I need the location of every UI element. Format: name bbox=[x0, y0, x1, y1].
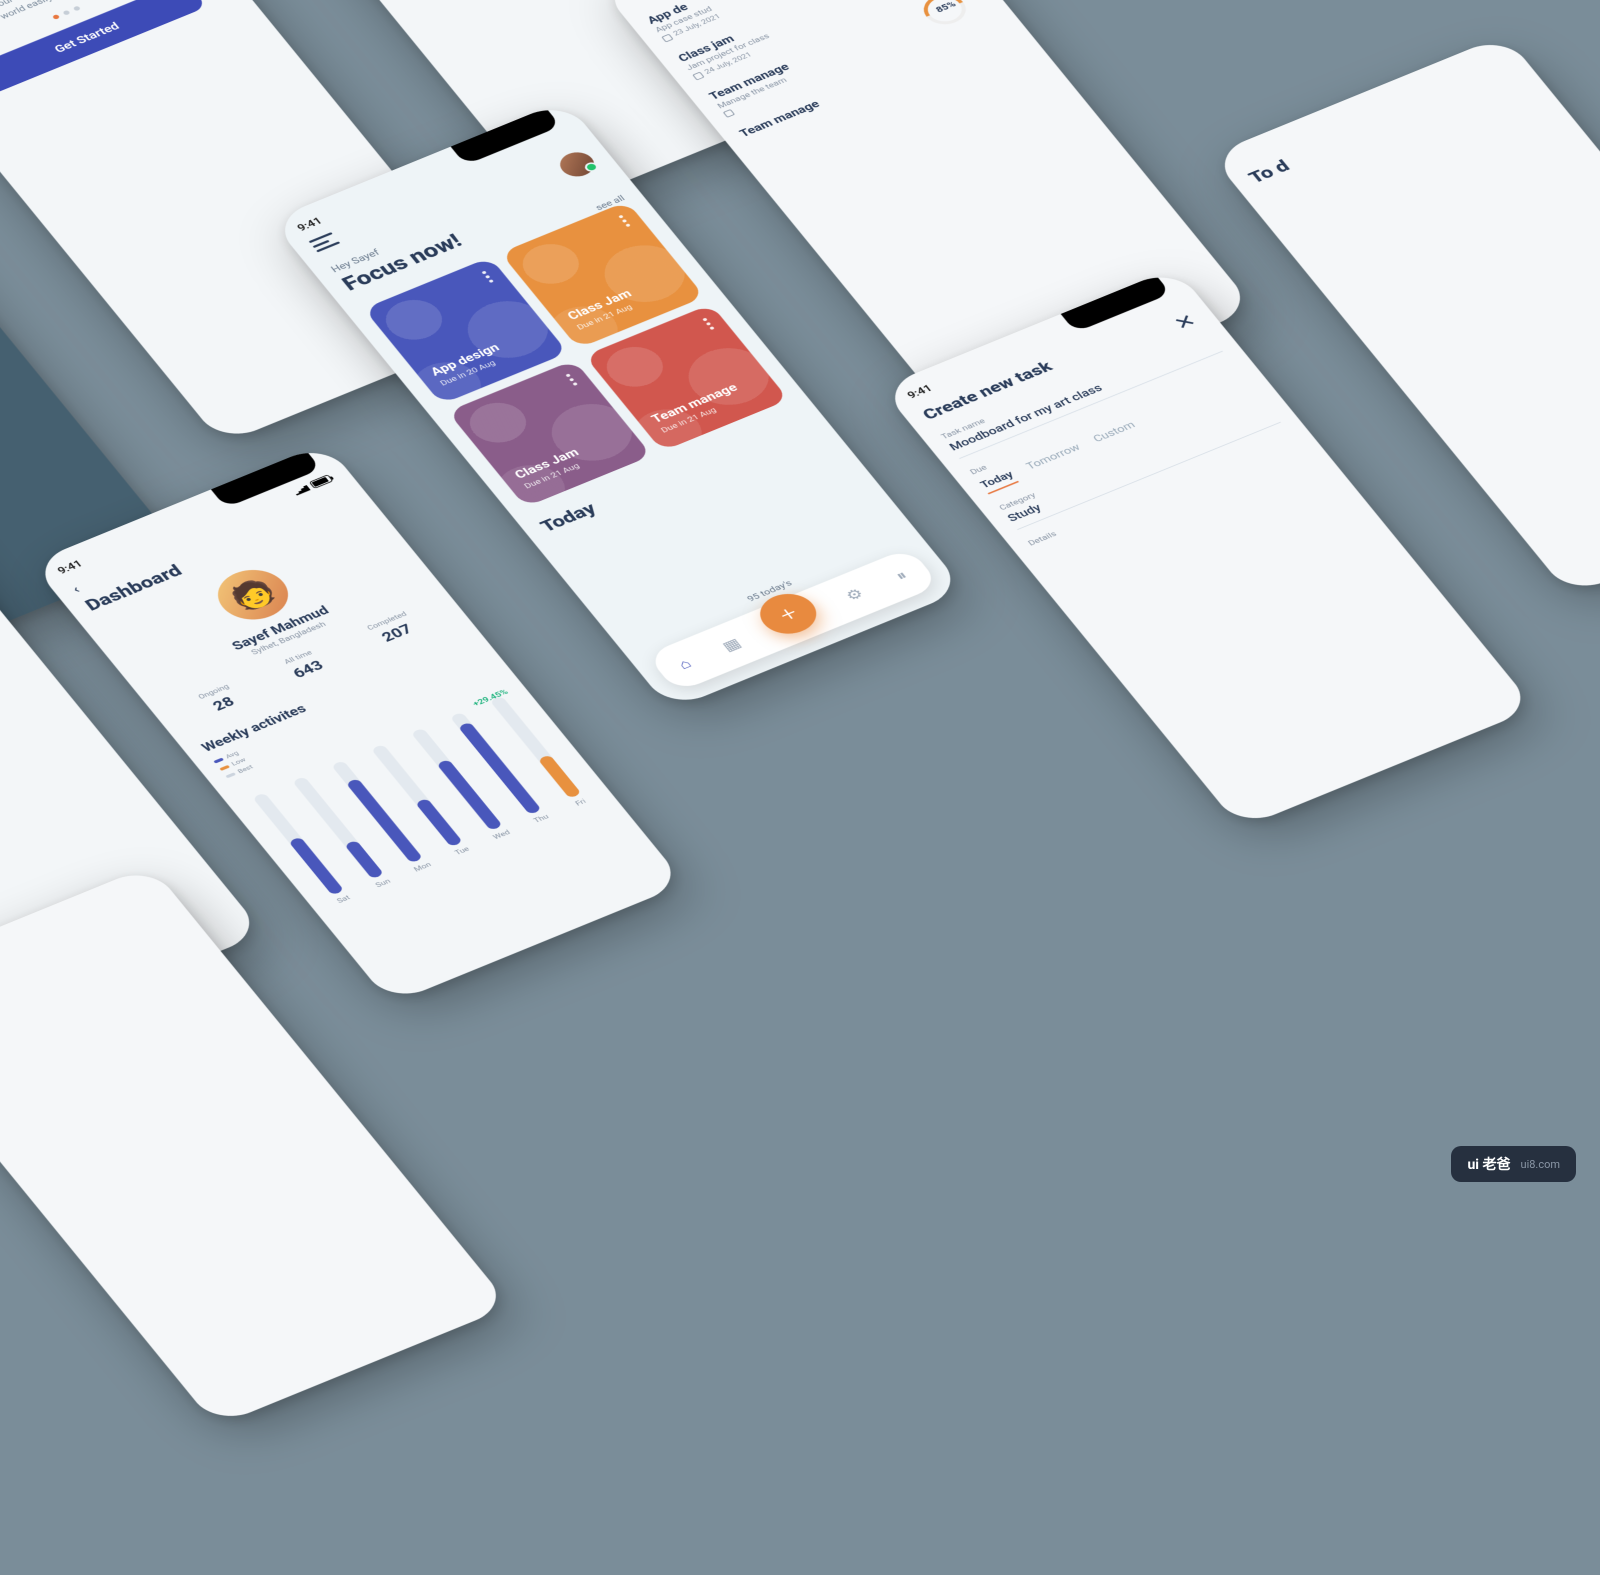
stat-ongoing: 28 bbox=[204, 692, 244, 717]
todo-title: To d bbox=[1245, 64, 1521, 187]
kebab-icon[interactable] bbox=[702, 318, 714, 330]
kebab-icon[interactable] bbox=[618, 215, 630, 227]
kebab-icon[interactable] bbox=[481, 271, 493, 283]
nav-pause-icon[interactable]: ⏸ bbox=[886, 565, 916, 586]
nav-calendar-icon[interactable]: ▦ bbox=[717, 634, 747, 655]
weekly-chart: SatSunMonTueWedThuFri bbox=[243, 690, 596, 908]
nav-home-icon[interactable]: ⌂ bbox=[670, 653, 700, 674]
kebab-icon[interactable] bbox=[565, 373, 577, 385]
calendar-icon bbox=[661, 33, 673, 42]
nav-settings-icon[interactable]: ⚙ bbox=[840, 584, 870, 605]
due-options[interactable]: Today Tomorrow Custom bbox=[978, 374, 1252, 494]
calendar-icon bbox=[723, 109, 735, 118]
home-screen: 9:41 Hey Sayef Focus now! see all App de… bbox=[270, 100, 964, 710]
bottom-nav: ⌂ ▦ + ⚙ ⏸ bbox=[646, 547, 940, 692]
get-started-button[interactable]: Get Started bbox=[0, 0, 207, 96]
calendar-icon bbox=[692, 71, 704, 80]
watermark: ui 老爸 ui8.com bbox=[1451, 1146, 1576, 1182]
